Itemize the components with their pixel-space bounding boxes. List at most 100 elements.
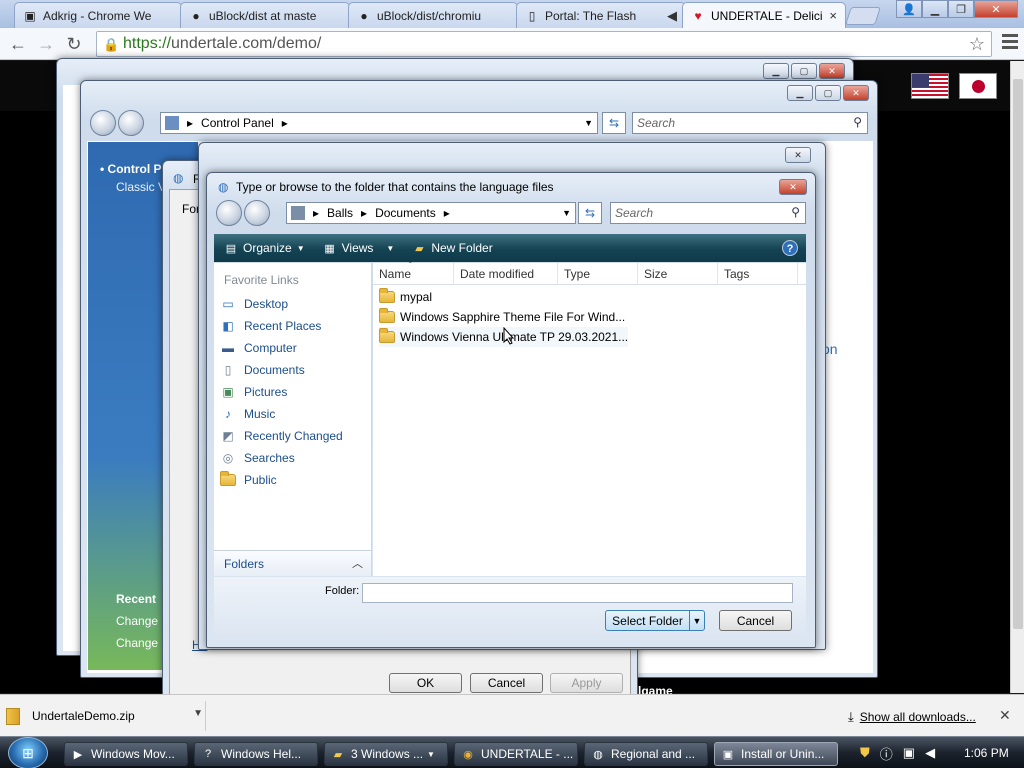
favorite-link-computer[interactable]: ▬ Computer [220,340,297,356]
cancel-button[interactable]: Cancel [719,610,792,631]
chevron-down-icon: ▼ [296,243,305,253]
breadcrumb-balls[interactable]: Balls [327,206,353,220]
speaker-icon[interactable]: ◀ [667,8,677,24]
back-orb-icon[interactable] [216,200,242,226]
minimize-icon[interactable]: ▁ [787,85,813,101]
folder-address-bar[interactable]: ▸ Balls ▸ Documents ▸ ▼ [286,202,576,224]
tab-ublock-chromium[interactable]: ● uBlock/dist/chromiu [348,2,518,28]
favorite-link-searches[interactable]: ◎ Searches [220,450,295,466]
recent-task-link[interactable]: Change [116,636,158,650]
taskbar-item-help[interactable]: ? Windows Hel... [194,742,318,766]
us-flag-icon[interactable] [911,73,949,99]
search-icon[interactable]: ⚲ [853,115,862,129]
restore-icon[interactable]: ❐ [948,0,974,18]
chevron-down-icon[interactable]: ▼ [584,118,593,128]
tab-undertale[interactable]: ♥ UNDERTALE - Delici × [682,2,846,28]
favorite-link-documents[interactable]: ▯ Documents [220,362,305,378]
taskbar-item-regional[interactable]: ◍ Regional and ... [584,742,708,766]
control-panel-address[interactable]: ▸ Control Panel ▸ ▼ [160,112,598,134]
column-name[interactable]: Name ˆ [373,261,454,285]
chevron-up-icon[interactable]: ︿ [352,555,363,571]
maximize-icon[interactable]: ▢ [791,63,817,79]
profile-icon[interactable]: 👤 [896,0,922,18]
folders-toggle[interactable]: Folders ︿ [214,550,371,576]
refresh-button[interactable]: ⇆ [602,112,626,134]
network-icon[interactable]: ▣ [903,745,915,761]
page-scrollbar[interactable] [1010,61,1024,693]
close-window-icon[interactable]: ✕ [974,0,1018,18]
file-row[interactable]: Windows Sapphire Theme File For Wind... [379,307,625,327]
dropdown-arrow-icon[interactable]: ▼ [689,611,704,630]
organize-button[interactable]: ▤ Organize ▼ [224,241,305,255]
favorite-link-recent-places[interactable]: ◧ Recent Places [220,318,321,334]
favorite-link-desktop[interactable]: ▭ Desktop [220,296,288,312]
security-shield-icon[interactable]: ⛊ [860,745,870,761]
minimize-icon[interactable]: ▁ [763,63,789,79]
chevron-down-icon[interactable]: ▼ [562,208,571,218]
cancel-button[interactable]: Cancel [470,673,543,693]
taskbar-item-install-uninstall[interactable]: ▣ Install or Unin... [714,742,838,766]
close-icon[interactable]: ✕ [779,179,807,195]
minimize-icon[interactable]: ▁ [922,0,948,18]
new-folder-button[interactable]: ▰ New Folder [412,241,493,255]
taskbar-item-explorer-group[interactable]: ▰ 3 Windows ... ▼ [324,742,448,766]
file-row[interactable]: mypal [379,287,432,307]
japan-flag-icon[interactable] [959,73,997,99]
forward-orb-icon[interactable] [244,200,270,226]
recent-task-link[interactable]: Change [116,614,158,628]
column-type[interactable]: Type [558,263,638,285]
refresh-button[interactable]: ⇆ [578,202,602,224]
volume-icon[interactable]: ◀ [925,745,935,761]
close-icon[interactable]: ✕ [843,85,869,101]
folder-input[interactable] [362,583,793,603]
taskbar-item-chrome[interactable]: ◉ UNDERTALE - ... [454,742,578,766]
column-date-modified[interactable]: Date modified [454,263,558,285]
select-folder-button[interactable]: Select Folder ▼ [605,610,705,631]
forward-arrow-icon[interactable]: → [34,32,58,56]
bookmark-star-icon[interactable]: ☆ [969,34,985,55]
favorite-link-music[interactable]: ♪ Music [220,406,275,422]
help-icon[interactable]: ? [782,240,798,256]
folder-search-input[interactable]: Search ⚲ [610,202,806,224]
favorite-link-recently-changed[interactable]: ◩ Recently Changed [220,428,342,444]
close-icon[interactable]: ✕ [999,707,1011,724]
new-tab-button[interactable] [845,7,881,25]
column-size[interactable]: Size [638,263,718,285]
control-panel-home-link[interactable]: Control P [108,162,162,176]
task-pane-title[interactable]: • Control P [100,162,162,176]
maximize-icon[interactable]: ▢ [815,85,841,101]
back-arrow-icon[interactable]: ← [6,32,30,56]
search-icon[interactable]: ⚲ [791,205,800,219]
column-tags[interactable]: Tags [718,263,798,285]
favorite-link-public[interactable]: Public [220,471,277,488]
clock[interactable]: 1:06 PM [964,746,1009,760]
url-bar[interactable]: 🔒 https:// undertale.com/demo/ ☆ [96,31,992,57]
new-folder-icon: ▰ [415,242,424,255]
breadcrumb-documents[interactable]: Documents [375,206,436,220]
scroll-thumb[interactable] [1013,79,1023,629]
favorite-links-header: Favorite Links [224,273,299,287]
classic-view-link[interactable]: Classic V [116,180,166,194]
close-icon[interactable]: ✕ [785,147,811,163]
ok-button[interactable]: OK [389,673,462,693]
back-orb-icon[interactable] [90,110,116,136]
taskbar-item-movie-maker[interactable]: ▶ Windows Mov... [64,742,188,766]
tab-portal-flash[interactable]: ▯ Portal: The Flash ◀ [516,2,686,28]
views-button[interactable]: ▦ Views ▼ [323,241,394,255]
control-panel-search[interactable]: Search ⚲ [632,112,868,134]
download-item[interactable]: UndertaleDemo.zip ▼ [6,701,206,731]
favorite-link-pictures[interactable]: ▣ Pictures [220,384,287,400]
reload-icon[interactable]: ↻ [62,32,86,56]
forward-orb-icon[interactable] [118,110,144,136]
tray-info-icon[interactable]: ⓘ [880,744,893,763]
tab-close-icon[interactable]: × [829,8,837,23]
tab-ublock-dist[interactable]: ● uBlock/dist at maste [180,2,350,28]
breadcrumb-control-panel[interactable]: Control Panel [201,116,274,130]
close-icon[interactable]: ✕ [819,63,845,79]
apply-button[interactable]: Apply [550,673,623,693]
tab-adkrig[interactable]: ▣ Adkrig - Chrome We [14,2,182,28]
menu-icon[interactable] [1002,34,1018,52]
chevron-down-icon[interactable]: ▼ [193,708,203,719]
start-button[interactable]: ⊞ [8,737,48,768]
show-all-downloads-link[interactable]: ⤓ Show all downloads... [848,709,976,725]
